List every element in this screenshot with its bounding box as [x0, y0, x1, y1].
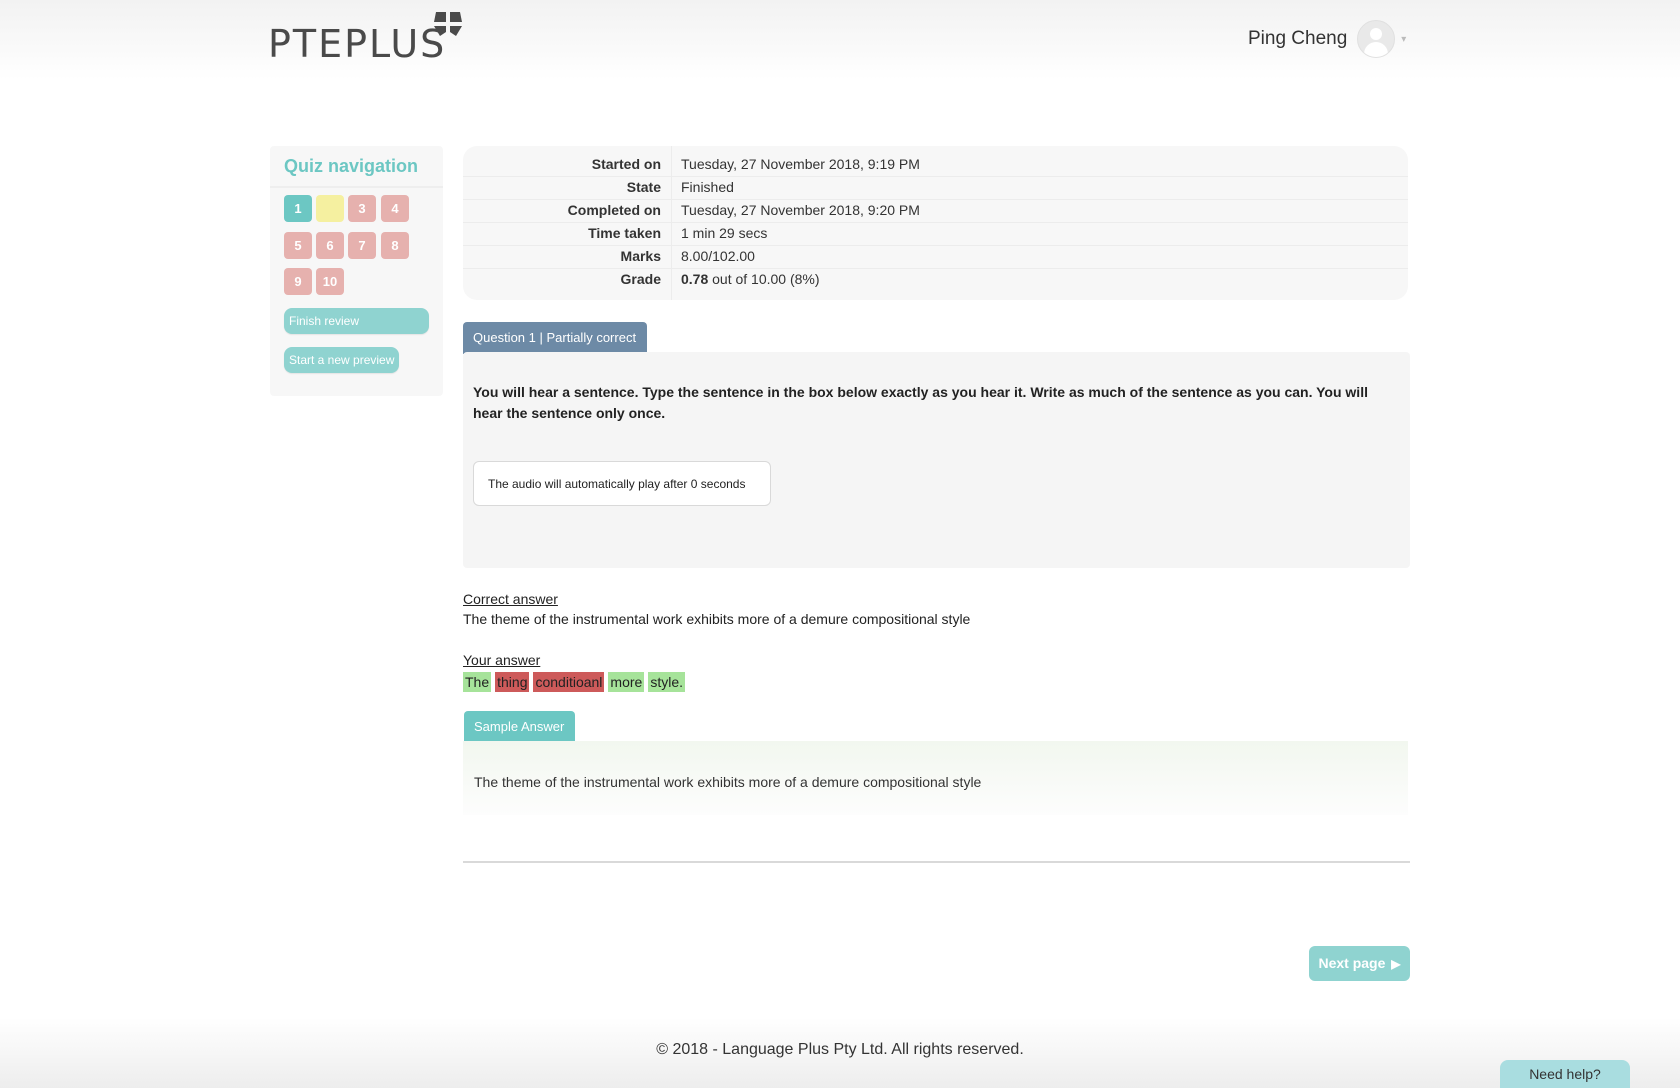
- quiz-nav-button-2[interactable]: 2: [316, 195, 344, 222]
- divider: [463, 861, 1410, 863]
- sample-answer-tab: Sample Answer: [464, 711, 575, 743]
- answer-word-correct: more: [608, 672, 645, 692]
- summary-row-time-taken: Time taken 1 min 29 secs: [463, 223, 1408, 246]
- summary-row-state: State Finished: [463, 177, 1408, 200]
- grade-score: 0.78: [681, 271, 709, 287]
- question-instruction: You will hear a sentence. Type the sente…: [473, 384, 1368, 421]
- answer-word-incorrect: thing: [495, 672, 530, 692]
- summary-row-started: Started on Tuesday, 27 November 2018, 9:…: [463, 154, 1408, 177]
- quiz-nav-button-3[interactable]: 3: [348, 195, 376, 222]
- finish-review-button[interactable]: Finish review: [284, 308, 429, 334]
- your-answer-words: The thing conditioanl more style.: [463, 672, 689, 692]
- quiz-navigation-panel: Quiz navigation 1 2 3 4 5 6 7 8 9 10 Fin…: [270, 146, 443, 396]
- attempt-summary-table: Started on Tuesday, 27 November 2018, 9:…: [463, 146, 1408, 300]
- divider: [270, 186, 443, 188]
- site-logo[interactable]: PTEPLUS: [268, 22, 446, 66]
- answer-word-incorrect: conditioanl: [533, 672, 605, 692]
- summary-key: Started on: [591, 156, 661, 172]
- grade-suffix: out of 10.00 (8%): [708, 271, 820, 287]
- answer-word-correct: The: [463, 672, 492, 692]
- summary-key: Grade: [620, 271, 661, 287]
- quiz-nav-button-4[interactable]: 4: [381, 195, 409, 222]
- quiz-nav-button-1[interactable]: 1: [284, 195, 312, 222]
- next-page-label: Next page: [1318, 955, 1386, 971]
- quiz-nav-button-9[interactable]: 9: [284, 268, 312, 295]
- start-new-preview-button[interactable]: Start a new preview: [284, 347, 400, 373]
- correct-answer-text: The theme of the instrumental work exhib…: [463, 611, 971, 627]
- quiz-nav-button-8[interactable]: 8: [381, 232, 409, 259]
- quiz-nav-button-5[interactable]: 5: [284, 232, 312, 259]
- play-arrow-icon: ▶: [1391, 957, 1401, 971]
- summary-value: Tuesday, 27 November 2018, 9:20 PM: [681, 202, 920, 218]
- summary-value: 0.78 out of 10.00 (8%): [681, 271, 820, 287]
- page-footer: © 2018 - Language Plus Pty Ltd. All righ…: [0, 1018, 1680, 1088]
- summary-key: Completed on: [567, 202, 661, 218]
- user-menu[interactable]: Ping Cheng ▾: [1248, 20, 1406, 58]
- answer-word-correct: style.: [648, 672, 686, 692]
- summary-row-completed: Completed on Tuesday, 27 November 2018, …: [463, 200, 1408, 223]
- sample-answer-text: The theme of the instrumental work exhib…: [474, 774, 982, 790]
- sample-answer-box: The theme of the instrumental work exhib…: [463, 741, 1408, 815]
- summary-value: Finished: [681, 179, 734, 195]
- summary-key: State: [626, 179, 661, 195]
- quiz-navigation-title: Quiz navigation: [284, 156, 419, 176]
- summary-value: 1 min 29 secs: [681, 225, 768, 241]
- footer-copyright: © 2018 - Language Plus Pty Ltd. All righ…: [656, 1041, 1024, 1058]
- correct-answer-label: Correct answer: [463, 591, 558, 607]
- summary-row-marks: Marks 8.00/102.00: [463, 246, 1408, 269]
- avatar: [1357, 20, 1396, 58]
- page-header: PTEPLUS Ping Cheng ▾: [0, 0, 1680, 80]
- quiz-nav-button-10[interactable]: 10: [316, 268, 344, 295]
- need-help-button[interactable]: Need help?: [1500, 1060, 1630, 1088]
- summary-key: Time taken: [588, 225, 661, 241]
- question-box: You will hear a sentence. Type the sente…: [463, 352, 1410, 568]
- quiz-nav-button-6[interactable]: 6: [316, 232, 344, 259]
- summary-value: 8.00/102.00: [681, 248, 755, 264]
- logo-leaf-icon: [434, 12, 462, 36]
- chevron-down-icon: ▾: [1401, 33, 1407, 45]
- user-name: Ping Cheng: [1248, 28, 1348, 49]
- summary-key: Marks: [620, 248, 661, 264]
- audio-player[interactable]: The audio will automatically play after …: [473, 461, 771, 506]
- next-page-button[interactable]: Next page ▶: [1309, 946, 1410, 981]
- question-status-tab: Question 1 | Partially correct: [463, 322, 647, 354]
- your-answer-label: Your answer: [463, 652, 541, 668]
- quiz-nav-button-7[interactable]: 7: [348, 232, 376, 259]
- summary-value: Tuesday, 27 November 2018, 9:19 PM: [681, 156, 920, 172]
- summary-row-grade: Grade 0.78 out of 10.00 (8%): [463, 269, 1408, 291]
